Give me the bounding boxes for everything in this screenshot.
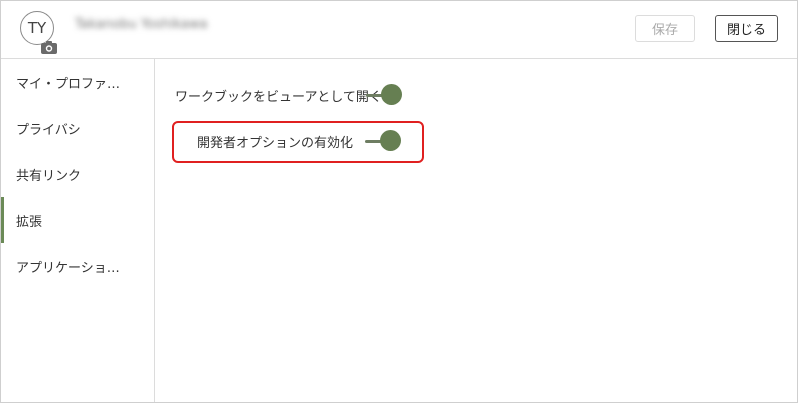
camera-icon[interactable] — [41, 41, 57, 54]
sidebar-item-my-profile[interactable]: マイ・プロファ… — [1, 59, 154, 105]
toggle-knob — [380, 130, 402, 151]
sidebar-item-privacy[interactable]: プライバシ — [1, 105, 154, 151]
toggle-knob — [380, 84, 402, 105]
open-as-viewer-toggle[interactable] — [365, 84, 402, 106]
settings-dialog: TY Takanobu Yoshikawa 保存 閉じる マイ・プロファ… プラ… — [0, 0, 798, 403]
settings-content: ワークブックをビューアとして開く 開発者オプションの有効化 — [155, 59, 797, 402]
username: Takanobu Yoshikawa — [75, 17, 208, 32]
developer-options-toggle[interactable] — [365, 130, 402, 152]
sidebar-item-shared-links[interactable]: 共有リンク — [1, 151, 154, 197]
setting-enable-developer-options: 開発者オプションの有効化 — [197, 129, 402, 153]
sidebar-item-label: アプリケーショ… — [16, 260, 120, 276]
sidebar-item-label: 拡張 — [16, 214, 43, 230]
dialog-header: TY Takanobu Yoshikawa 保存 閉じる — [1, 1, 797, 59]
sidebar-item-applications[interactable]: アプリケーショ… — [1, 243, 154, 289]
settings-sidebar: マイ・プロファ… プライバシ 共有リンク 拡張 アプリケーショ… — [1, 59, 155, 402]
setting-open-workbook-as-viewer: ワークブックをビューアとして開く — [175, 83, 402, 107]
setting-label: ワークブックをビューアとして開く — [175, 89, 382, 105]
sidebar-item-label: プライバシ — [16, 122, 81, 138]
avatar-initials: TY — [27, 19, 47, 37]
setting-label: 開発者オプションの有効化 — [197, 135, 354, 151]
sidebar-item-label: マイ・プロファ… — [16, 76, 121, 92]
close-button[interactable]: 閉じる — [715, 15, 778, 42]
sidebar-item-label: 共有リンク — [16, 168, 82, 184]
save-button[interactable]: 保存 — [635, 15, 695, 42]
avatar[interactable]: TY — [20, 11, 54, 45]
sidebar-item-extensions[interactable]: 拡張 — [1, 197, 154, 243]
